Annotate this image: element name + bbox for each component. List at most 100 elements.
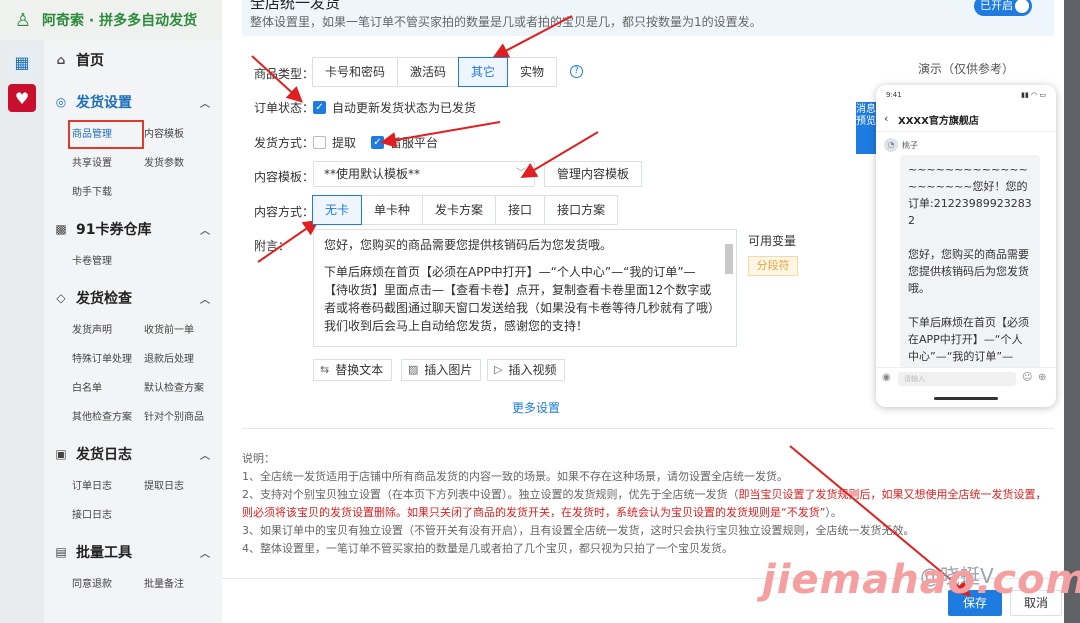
ship-platform-checkbox[interactable]: ✓ 旨服平台 <box>371 134 438 151</box>
note-text: 2、支持对个别宝贝独立设置（在本页下方列表中设置）。独立设置的发货规则，优先于全… <box>242 488 739 501</box>
template-select[interactable]: **使用默认模板** ﹀ <box>313 161 535 187</box>
section-title: 91卡券仓库 <box>76 222 152 238</box>
grid-app-icon[interactable]: ▦ <box>8 48 36 76</box>
content-mode-single-card[interactable]: 单卡种 <box>361 195 424 225</box>
image-icon: ▨ <box>408 363 419 376</box>
sidebar-section-ship-settings: ◎ 发货设置 ︿ 商品管理 内容模板 共享设置 发货参数 助手下载 <box>44 80 222 207</box>
product-type-other[interactable]: 其它 <box>458 57 509 87</box>
enable-toggle[interactable]: 已开启 <box>974 0 1032 16</box>
notes-section: 说明： 1、全店统一发货适用于店铺中所有商品发货的内容一致的场景。如果不存在这种… <box>242 450 1054 558</box>
preview-label: 演示（仅供参考） <box>918 62 1015 76</box>
chevron-up-icon: ︿ <box>200 548 210 560</box>
shop-name: XXXX官方旗舰店 <box>898 116 979 127</box>
message-preview-tab[interactable]: 消息预览 <box>856 102 876 154</box>
signal-battery-icon: ▮▮ ◠ ▭ <box>1021 91 1046 99</box>
sidebar-section-head[interactable]: ▩ 91卡券仓库 ︿ <box>44 211 222 247</box>
product-type-activation-code[interactable]: 激活码 <box>397 57 460 87</box>
sidebar-item-helper-download[interactable]: 助手下载 <box>72 178 144 207</box>
sidebar-item-ship-params[interactable]: 发货参数 <box>144 149 222 178</box>
sidebar-item[interactable]: 批量备注 <box>144 570 222 599</box>
phone-input-bar: ◉ 请输入 ☺ ⊕ <box>876 367 1056 389</box>
replace-text-button[interactable]: ⇆ 替换文本 <box>313 359 393 381</box>
store-ship-settings-modal: 全店统一发货 整体设置里，如果一笔订单不管买家拍的数量是几或者拍的宝贝是几，都只… <box>222 0 1064 623</box>
settings-icon: ◎ <box>55 95 67 109</box>
template-select-value: **使用默认模板** <box>324 167 421 181</box>
sidebar-item[interactable]: 特殊订单处理 <box>72 345 144 374</box>
sidebar-home-label: 首页 <box>76 53 104 69</box>
voice-icon: ◉ <box>882 372 891 383</box>
checkbox-label: 自动更新发货状态为已发货 <box>332 101 477 115</box>
chevron-up-icon: ︿ <box>200 98 210 110</box>
sidebar-section-head[interactable]: ▣ 发货日志 ︿ <box>44 436 222 472</box>
section-title: 批量工具 <box>76 545 132 561</box>
sidebar-item[interactable]: 针对个别商品 <box>144 403 222 432</box>
note-line: 下单后麻烦在首页【必须在APP中打开】—“个人中心”—“我的订单”—【待收货】里… <box>324 265 715 333</box>
phone-preview: 9:41 ▮▮ ◠ ▭ ‹ XXXX官方旗舰店 ◔ 桃子 ~~~~~~~~~~~… <box>876 85 1056 407</box>
card-icon: ▩ <box>55 222 67 236</box>
sidebar-item[interactable]: 发货声明 <box>72 316 144 345</box>
background-overlay <box>1064 0 1080 623</box>
home-icon: ⌂ <box>56 53 66 67</box>
phone-time: 9:41 <box>886 91 902 99</box>
toggle-label: 已开启 <box>980 0 1013 12</box>
sidebar-item-product-manage[interactable]: 商品管理 <box>68 120 144 149</box>
content-mode-group: 无卡 单卡种 发卡方案 接口 接口方案 <box>312 195 619 225</box>
tool-label: 插入图片 <box>424 363 473 377</box>
phone-input-field: 请输入 <box>898 372 1016 386</box>
sidebar-item[interactable]: 其他检查方案 <box>72 403 144 432</box>
content-mode-card-plan[interactable]: 发卡方案 <box>422 195 497 225</box>
textarea-scrollbar[interactable] <box>724 232 734 344</box>
sidebar-item-share-settings[interactable]: 共享设置 <box>72 149 144 178</box>
sidebar-section-head[interactable]: ◎ 发货设置 ︿ <box>44 84 222 120</box>
chevron-up-icon: ︿ <box>200 225 210 237</box>
insert-image-button[interactable]: ▨ 插入图片 <box>401 359 482 381</box>
segment-separator-tag[interactable]: 分段符 <box>748 256 798 276</box>
app-header: ♙ 阿奇索 · 拼多多自动发货 <box>0 0 222 40</box>
sidebar-section-head[interactable]: ▤ 批量工具 ︿ <box>44 534 222 570</box>
sidebar-item[interactable]: 提取日志 <box>144 472 222 501</box>
chat-user-name: 桃子 <box>902 141 918 150</box>
section-title: 发货日志 <box>76 447 132 463</box>
help-icon[interactable]: ? <box>570 65 583 78</box>
sidebar-section-head[interactable]: ◇ 发货检查 ︿ <box>44 280 222 316</box>
content-mode-no-card[interactable]: 无卡 <box>312 195 363 225</box>
sidebar-item-home[interactable]: ⌂ 首页 <box>44 40 222 80</box>
product-type-group: 卡号和密码 激活码 其它 实物 <box>312 57 558 87</box>
sidebar-item[interactable]: 默认检查方案 <box>144 374 222 403</box>
content-mode-label: 内容方式： <box>254 205 315 219</box>
note-item: 4、整体设置里，一笔订单不管买家拍的数量是几或者拍了几个宝贝，都只视为只拍了一个… <box>242 542 733 555</box>
ship-extract-checkbox[interactable]: 提取 <box>313 134 356 151</box>
sidebar-item-content-template[interactable]: 内容模板 <box>144 120 222 149</box>
chat-message: ~~~~~~~~~~~~~~~~~~~~您好！您的订单:212239899232… <box>908 163 1032 227</box>
manage-template-button[interactable]: 管理内容模板 <box>544 161 642 187</box>
site-watermark: jiemahao.com <box>762 557 1080 603</box>
sidebar-item[interactable]: 退款后处理 <box>144 345 222 374</box>
note-line: 您好，您购买的商品需要您提供核销码后为您发货哦。 <box>324 238 613 252</box>
insert-video-button[interactable]: ▷ 插入视频 <box>487 359 566 381</box>
content-mode-api-plan[interactable]: 接口方案 <box>544 195 619 225</box>
chevron-up-icon: ︿ <box>200 450 210 462</box>
sidebar-item[interactable]: 订单日志 <box>72 472 144 501</box>
notes-title: 说明： <box>242 452 275 465</box>
icon-rail: ▦ ♥ <box>0 40 44 623</box>
heart-app-icon[interactable]: ♥ <box>8 84 36 112</box>
content-mode-api[interactable]: 接口 <box>495 195 546 225</box>
sidebar-item[interactable]: 收货前一单 <box>144 316 222 345</box>
sidebar-item[interactable]: 白名单 <box>72 374 144 403</box>
sidebar-item-card-manage[interactable]: 卡卷管理 <box>72 247 144 276</box>
note-item: 2、支持对个别宝贝独立设置（在本页下方列表中设置）。独立设置的发货规则，优先于全… <box>242 486 1054 522</box>
note-label: 附言： <box>254 239 291 253</box>
product-type-physical[interactable]: 实物 <box>507 57 558 87</box>
auto-update-status-checkbox[interactable]: ✓ 自动更新发货状态为已发货 <box>313 99 476 116</box>
toggle-knob <box>1015 0 1029 13</box>
banner-title: 全店统一发货 <box>250 0 341 12</box>
product-type-card-password[interactable]: 卡号和密码 <box>312 57 399 87</box>
sidebar-item[interactable]: 同意退款 <box>72 570 144 599</box>
more-settings-link[interactable]: 更多设置 <box>512 399 560 416</box>
ship-method-label: 发货方式： <box>254 136 315 150</box>
note-textarea[interactable]: 您好，您购买的商品需要您提供核销码后为您发货哦。 下单后麻烦在首页【必须在APP… <box>313 229 737 347</box>
scrollbar-thumb[interactable] <box>725 244 733 274</box>
emoji-icon: ☺ <box>1022 372 1033 383</box>
checkbox-label: 提取 <box>332 136 357 150</box>
sidebar-item[interactable]: 接口日志 <box>72 501 144 530</box>
